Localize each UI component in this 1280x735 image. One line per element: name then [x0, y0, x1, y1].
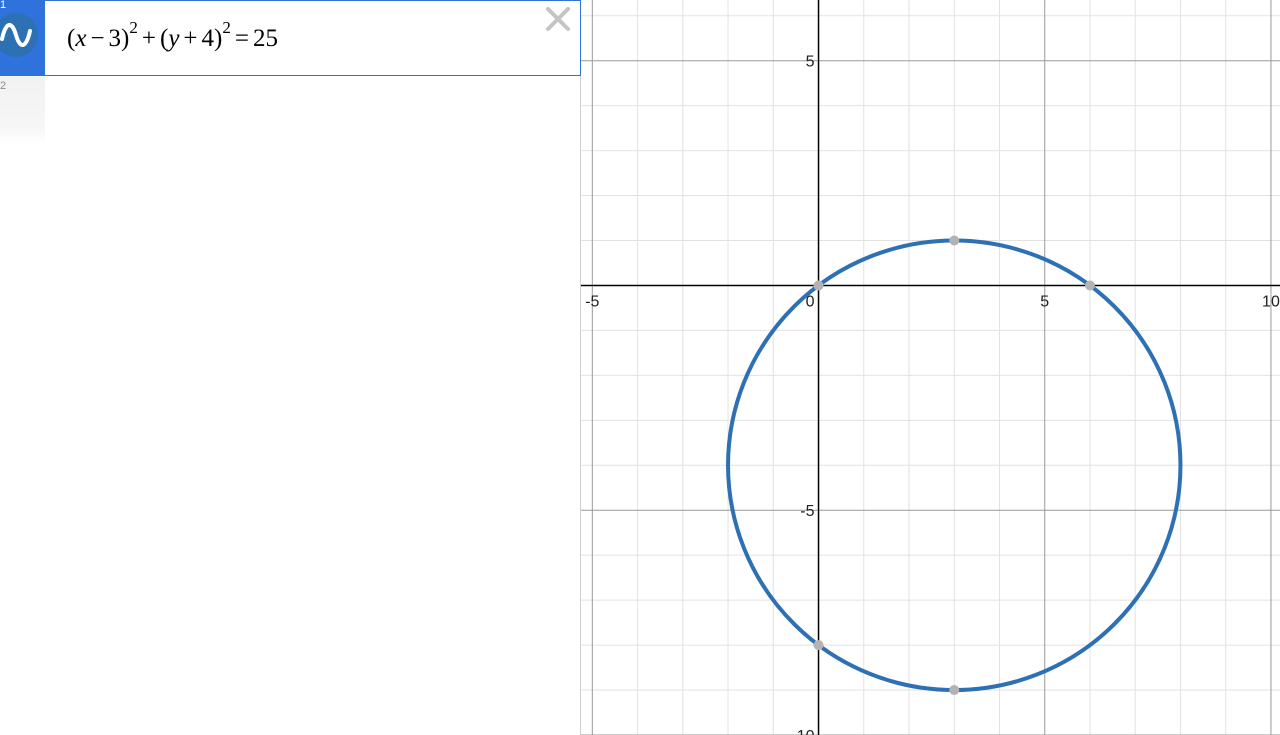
formula-const-3: 3) — [108, 25, 130, 52]
x-tick-label: 5 — [1040, 293, 1049, 310]
expression-formula[interactable]: (x −3)2 + (y +4)2 = 25 — [67, 17, 278, 57]
axes — [581, 0, 1280, 735]
expression-list: 1 (x −3)2 + (y +4)2 = 25 2 — [0, 0, 581, 735]
y-tick-label: 5 — [806, 54, 815, 71]
expression-row-1[interactable]: 1 (x −3)2 + (y +4)2 = 25 — [0, 0, 581, 76]
point-of-interest — [1084, 280, 1095, 291]
y-tick-label: -10 — [791, 728, 814, 735]
new-expression-input[interactable] — [45, 76, 581, 146]
formula-exponent: 2 — [222, 17, 231, 37]
formula-exponent: 2 — [129, 17, 138, 37]
point-of-interest — [949, 685, 960, 696]
minor-grid — [581, 0, 1280, 735]
formula-plus: + — [183, 25, 198, 52]
formula-equals: = — [234, 25, 249, 52]
major-grid — [581, 0, 1280, 735]
graph-paper[interactable]: -505105-5-10 — [581, 0, 1280, 735]
graph-canvas[interactable]: -505105-5-10 — [581, 0, 1280, 735]
expression-index: 1 — [0, 0, 7, 11]
formula-const-4: 4) — [201, 25, 223, 52]
wave-icon[interactable] — [0, 13, 38, 57]
x-tick-label: 10 — [1262, 293, 1280, 310]
formula-minus: − — [90, 25, 105, 52]
close-icon[interactable] — [544, 5, 572, 33]
expression-gutter — [0, 76, 45, 146]
desmos-app: 1 (x −3)2 + (y +4)2 = 25 2 -5 0 5 10 5 -… — [0, 0, 1280, 735]
expression-gutter: 1 — [0, 0, 45, 76]
point-of-interest — [813, 640, 824, 651]
tick-labels: -505105-5-10 — [585, 54, 1280, 735]
formula-var-x: x — [75, 25, 87, 52]
formula-var-y: y — [168, 25, 180, 52]
expression-index: 2 — [0, 80, 7, 92]
formula-rhs: 25 — [252, 25, 278, 52]
formula-plus: + — [141, 25, 156, 52]
point-of-interest — [813, 280, 824, 291]
x-tick-label: -5 — [585, 293, 599, 310]
expression-row-2[interactable] — [0, 76, 581, 152]
y-tick-label: -5 — [800, 503, 814, 520]
point-of-interest — [949, 235, 960, 246]
